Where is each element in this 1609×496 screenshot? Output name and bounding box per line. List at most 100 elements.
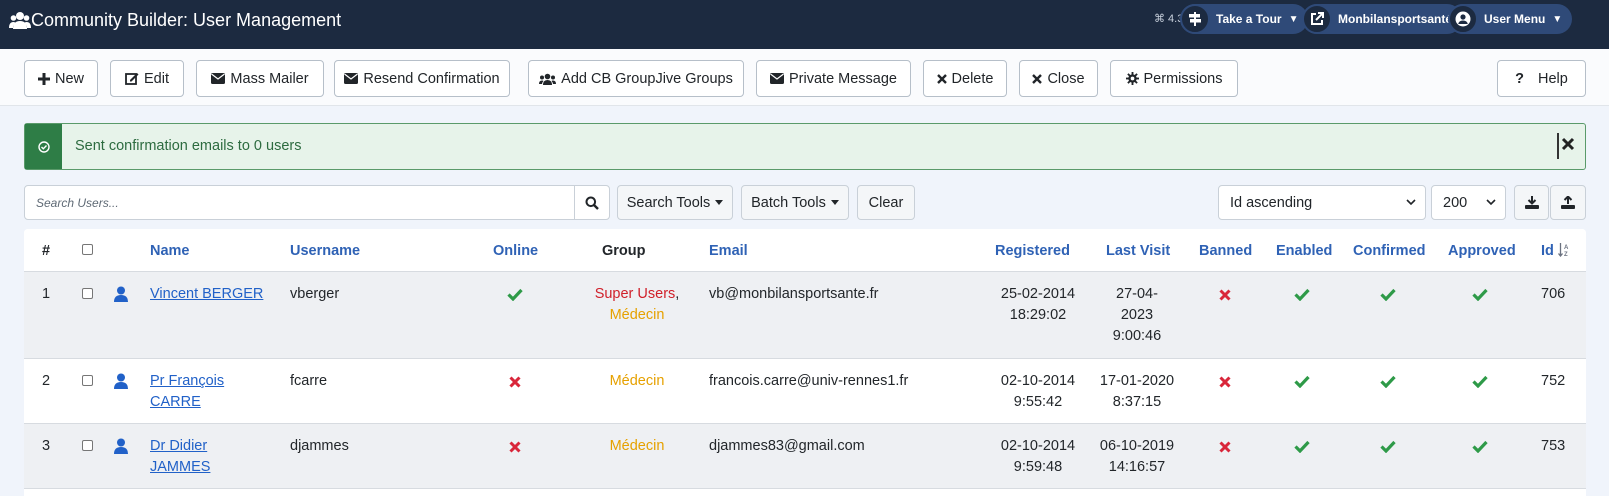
site-link-button[interactable]: Monbilansportsanté bbox=[1302, 4, 1463, 34]
edit-icon bbox=[125, 73, 139, 85]
user-name-link[interactable]: Pr François CARRE bbox=[150, 371, 224, 413]
alert-close-button[interactable] bbox=[1557, 133, 1575, 159]
search-input[interactable] bbox=[24, 185, 575, 220]
col-registered[interactable]: Registered bbox=[995, 243, 1070, 259]
table-row[interactable]: 3 Dr Didier JAMMES djammes Médecin djamme… bbox=[24, 424, 1586, 489]
close-icon bbox=[1561, 137, 1575, 151]
batch-tools-button[interactable]: Batch Tools bbox=[741, 185, 849, 220]
col-name[interactable]: Name bbox=[150, 243, 190, 259]
new-button[interactable]: New bbox=[24, 60, 98, 97]
search-button[interactable] bbox=[574, 185, 610, 220]
col-enabled[interactable]: Enabled bbox=[1276, 243, 1332, 259]
user-circle-icon bbox=[1455, 11, 1471, 27]
svg-text:Z: Z bbox=[1564, 252, 1568, 257]
user-icon bbox=[114, 286, 128, 302]
private-message-button[interactable]: Private Message bbox=[756, 60, 911, 97]
user-icon bbox=[114, 373, 128, 389]
envelope-icon bbox=[770, 73, 784, 84]
row-checkbox[interactable] bbox=[82, 288, 93, 299]
cross-icon[interactable] bbox=[1219, 376, 1231, 388]
check-circle-icon bbox=[37, 140, 50, 153]
col-username[interactable]: Username bbox=[290, 243, 360, 259]
user-name-link[interactable]: Vincent BERGER bbox=[150, 284, 263, 305]
close-button[interactable]: Close bbox=[1019, 60, 1098, 97]
resend-confirmation-button[interactable]: Resend Confirmation bbox=[334, 60, 510, 97]
cross-icon bbox=[509, 441, 521, 453]
col-banned[interactable]: Banned bbox=[1199, 243, 1252, 259]
search-icon bbox=[585, 196, 599, 210]
site-link-label: Monbilansportsanté bbox=[1338, 12, 1453, 26]
chevron-down-icon: ▼ bbox=[1288, 13, 1299, 25]
check-icon[interactable] bbox=[1472, 288, 1488, 301]
chevron-down-icon bbox=[1486, 199, 1496, 206]
check-icon[interactable] bbox=[1380, 288, 1396, 301]
table-row[interactable]: 1 Vincent BERGER vberger Super Users, Mé… bbox=[24, 272, 1586, 359]
chevron-down-icon bbox=[1406, 199, 1416, 206]
cross-icon bbox=[509, 376, 521, 388]
take-tour-button[interactable]: Take a Tour ▼ bbox=[1180, 4, 1309, 34]
edit-button[interactable]: Edit bbox=[110, 60, 184, 97]
external-link-icon bbox=[1311, 12, 1324, 25]
alert-message: Sent confirmation emails to 0 users bbox=[75, 138, 302, 154]
check-icon[interactable] bbox=[1294, 375, 1310, 388]
group-list: Super Users, Médecin bbox=[594, 286, 680, 323]
col-last-visit[interactable]: Last Visit bbox=[1106, 243, 1170, 259]
limit-select[interactable]: 200 bbox=[1431, 185, 1506, 220]
users-icon bbox=[539, 73, 557, 85]
upload-button[interactable] bbox=[1550, 185, 1586, 220]
download-button[interactable] bbox=[1514, 185, 1549, 220]
download-icon bbox=[1524, 196, 1539, 209]
help-button[interactable]: ? Help bbox=[1497, 60, 1586, 97]
caret-down-icon bbox=[830, 200, 839, 205]
delete-button[interactable]: Delete bbox=[923, 60, 1007, 97]
plus-icon bbox=[37, 72, 50, 85]
group-list: Médecin bbox=[609, 373, 665, 389]
search-tools-button[interactable]: Search Tools bbox=[617, 185, 733, 220]
check-icon[interactable] bbox=[1380, 375, 1396, 388]
chevron-down-icon: ▼ bbox=[1552, 13, 1563, 25]
check-icon[interactable] bbox=[1472, 375, 1488, 388]
table-header: # Name Username Online Group Email Regis… bbox=[24, 229, 1586, 272]
add-groupjive-groups-button[interactable]: Add CB GroupJive Groups bbox=[528, 60, 744, 97]
close-icon bbox=[936, 73, 947, 84]
check-icon[interactable] bbox=[1294, 288, 1310, 301]
cross-icon[interactable] bbox=[1219, 289, 1231, 301]
users-table: # Name Username Online Group Email Regis… bbox=[24, 229, 1586, 496]
col-group: Group bbox=[602, 243, 646, 259]
app-header: Community Builder: User Management ⌘ 4.3… bbox=[0, 0, 1609, 49]
col-num: # bbox=[42, 243, 51, 259]
user-icon bbox=[114, 438, 128, 454]
question-icon: ? bbox=[1515, 70, 1525, 87]
close-icon bbox=[1032, 73, 1043, 84]
page-title: Community Builder: User Management bbox=[31, 10, 342, 30]
col-approved[interactable]: Approved bbox=[1448, 243, 1516, 259]
envelope-icon bbox=[211, 73, 226, 84]
cross-icon[interactable] bbox=[1219, 441, 1231, 453]
permissions-button[interactable]: Permissions bbox=[1110, 60, 1238, 97]
clear-button[interactable]: Clear bbox=[857, 185, 915, 220]
col-online[interactable]: Online bbox=[493, 243, 538, 259]
take-tour-label: Take a Tour bbox=[1216, 12, 1282, 26]
table-row[interactable]: 2 Pr François CARRE fcarre Médecin franco… bbox=[24, 359, 1586, 424]
user-menu-label: User Menu bbox=[1484, 12, 1546, 26]
ordering-select[interactable]: Id ascending bbox=[1218, 185, 1426, 220]
upload-icon bbox=[1561, 196, 1575, 209]
svg-text:A: A bbox=[1564, 245, 1569, 251]
select-all-checkbox[interactable] bbox=[82, 244, 93, 255]
col-email[interactable]: Email bbox=[709, 243, 748, 259]
col-id[interactable]: Id AZ bbox=[1541, 243, 1570, 259]
mass-mailer-button[interactable]: Mass Mailer bbox=[196, 60, 324, 97]
user-menu-button[interactable]: User Menu ▼ bbox=[1448, 4, 1573, 34]
user-name-link[interactable]: Dr Didier JAMMES bbox=[150, 436, 210, 478]
envelope-icon bbox=[344, 73, 359, 84]
row-checkbox[interactable] bbox=[82, 440, 93, 451]
col-confirmed[interactable]: Confirmed bbox=[1353, 243, 1426, 259]
check-icon[interactable] bbox=[1472, 440, 1488, 453]
group-list: Médecin bbox=[609, 438, 665, 454]
check-icon[interactable] bbox=[1380, 440, 1396, 453]
check-icon[interactable] bbox=[1294, 440, 1310, 453]
sort-alpha-icon: AZ bbox=[1557, 243, 1569, 258]
success-alert: Sent confirmation emails to 0 users bbox=[24, 123, 1586, 170]
row-checkbox[interactable] bbox=[82, 375, 93, 386]
caret-down-icon bbox=[715, 200, 724, 205]
